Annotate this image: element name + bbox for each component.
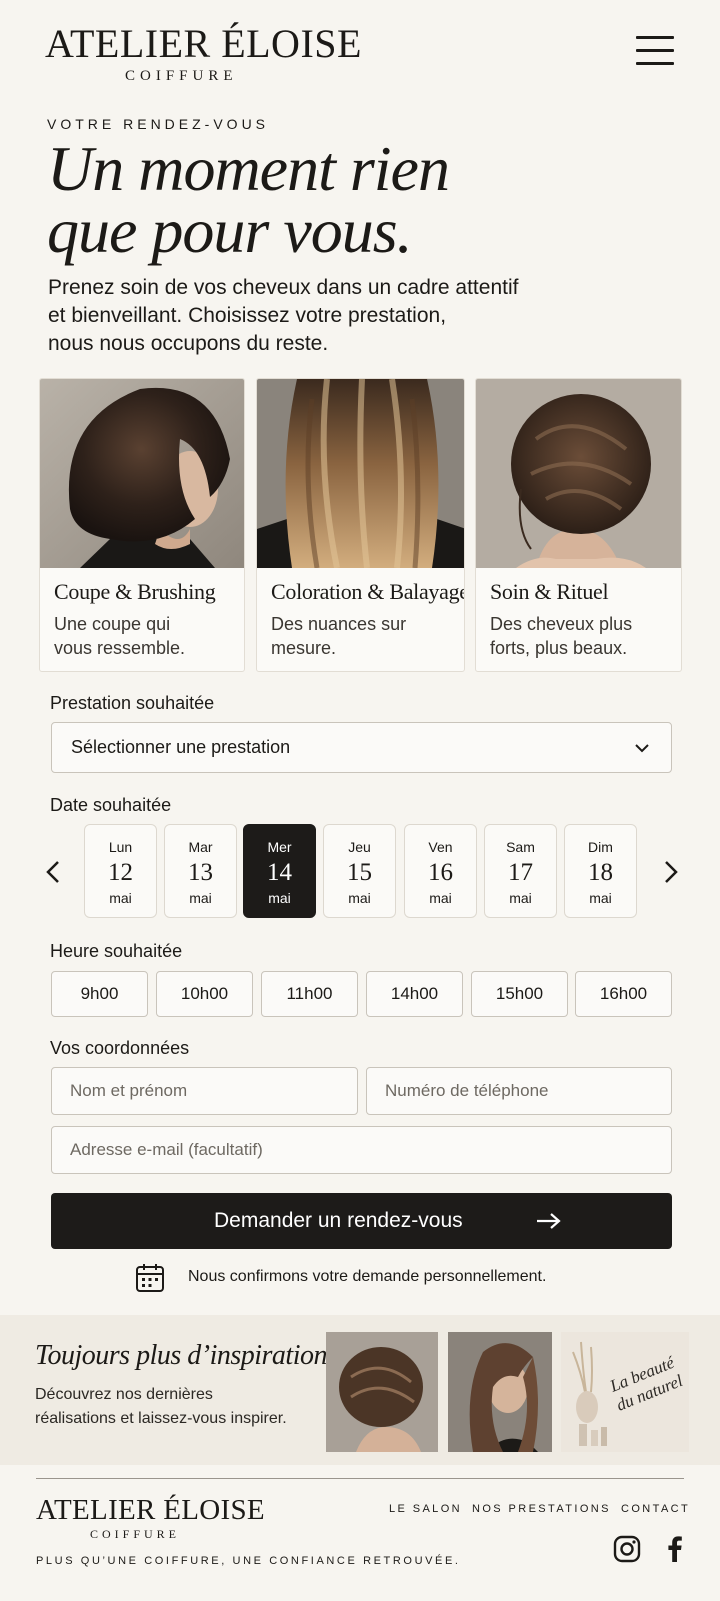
date-weekday: Ven: [428, 839, 453, 855]
date-weekday: Mar: [188, 839, 213, 855]
service-description: Une coupe qui vous ressemble.: [54, 612, 185, 660]
service-description-line: vous ressemble.: [54, 638, 186, 658]
time-option[interactable]: 14h00: [366, 971, 463, 1017]
date-day: 16: [428, 859, 453, 886]
date-option-selected[interactable]: Mer 14 mai: [243, 824, 316, 918]
service-card-coupe[interactable]: Coupe & Brushing Une coupe qui vous ress…: [39, 378, 245, 672]
chevron-right-icon[interactable]: [658, 856, 682, 888]
date-month: mai: [109, 890, 132, 906]
time-option[interactable]: 11h00: [261, 971, 358, 1017]
service-image-soin: [476, 379, 681, 568]
service-description-line: Une coupe qui: [54, 614, 171, 634]
date-option[interactable]: Sam 17 mai: [484, 824, 557, 918]
inspiration-title: Toujours plus d’inspirations: [35, 1340, 338, 1371]
instagram-icon[interactable]: [612, 1534, 642, 1564]
date-month: mai: [348, 890, 371, 906]
date-day: 18: [588, 859, 613, 886]
contact-field-label: Vos coordonnées: [50, 1038, 190, 1058]
inspiration-description: Découvrez nos dernières réalisations et …: [35, 1383, 287, 1431]
hero-description-line: et bienveillant. Choisissez votre presta…: [48, 304, 447, 327]
chevron-down-icon: [635, 744, 649, 753]
date-weekday: Mer: [267, 839, 292, 855]
time-option[interactable]: 10h00: [156, 971, 253, 1017]
site-header: ATELIER ÉLOISE COIFFURE: [0, 0, 720, 100]
hamburger-icon[interactable]: [636, 34, 676, 68]
inspiration-image-waves[interactable]: [448, 1332, 552, 1452]
brand-logo-subtitle: COIFFURE: [125, 68, 238, 84]
footer-logo-subtitle: COIFFURE: [90, 1527, 181, 1541]
date-field-label: Date souhaitée: [50, 795, 172, 815]
footer-link-prestations[interactable]: NOS PRESTATIONS: [472, 1503, 611, 1515]
submit-appointment-button[interactable]: Demander un rendez-vous: [51, 1193, 672, 1249]
footer-logo[interactable]: ATELIER ÉLOISE: [36, 1494, 265, 1527]
inspiration-description-line: réalisations et laissez-vous inspirer.: [35, 1410, 287, 1427]
page-title-line-2: que pour vous.: [47, 195, 413, 266]
service-card-coloration[interactable]: Coloration & Balayage Des nuances sur me…: [256, 378, 465, 672]
inspiration-image-updo[interactable]: [326, 1332, 438, 1452]
date-month: mai: [189, 890, 212, 906]
page-title-line-1: Un moment rien: [47, 133, 450, 204]
date-month: mai: [509, 890, 532, 906]
arrow-right-icon: [537, 1213, 561, 1229]
date-day: 13: [188, 859, 213, 886]
chevron-left-icon[interactable]: [42, 856, 66, 888]
date-option[interactable]: Lun 12 mai: [84, 824, 157, 918]
date-option[interactable]: Mar 13 mai: [164, 824, 237, 918]
date-option[interactable]: Dim 18 mai: [564, 824, 637, 918]
inspiration-description-line: Découvrez nos dernières: [35, 1386, 213, 1403]
submit-appointment-label: Demander un rendez-vous: [214, 1209, 463, 1232]
time-option[interactable]: 16h00: [575, 971, 672, 1017]
date-day: 12: [108, 859, 133, 886]
hero-eyebrow: VOTRE RENDEZ-VOUS: [47, 116, 270, 132]
time-option[interactable]: 15h00: [471, 971, 568, 1017]
footer-divider: [36, 1478, 684, 1479]
date-option[interactable]: Ven 16 mai: [404, 824, 477, 918]
time-option[interactable]: 9h00: [51, 971, 148, 1017]
service-image-coupe: [40, 379, 244, 568]
hero-description-line: Prenez soin de vos cheveux dans un cadre…: [48, 276, 519, 299]
service-description-line: Des cheveux plus: [490, 614, 633, 634]
date-weekday: Jeu: [348, 839, 371, 855]
footer-tagline: PLUS QU’UNE COIFFURE, UNE CONFIANCE RETR…: [36, 1555, 461, 1567]
facebook-icon[interactable]: [660, 1534, 690, 1564]
service-title: Soin & Rituel: [490, 579, 609, 604]
date-month: mai: [589, 890, 612, 906]
service-title: Coupe & Brushing: [54, 579, 216, 604]
phone-field[interactable]: Numéro de téléphone: [366, 1067, 672, 1115]
date-day: 15: [347, 859, 372, 886]
service-description-line: mesure.: [271, 638, 337, 658]
date-weekday: Lun: [108, 839, 133, 855]
inspiration-card-naturel[interactable]: La beauté du naturel: [561, 1332, 689, 1452]
service-description-line: Des nuances sur: [271, 614, 407, 634]
date-day: 14: [267, 859, 292, 886]
time-field-label: Heure souhaitée: [50, 941, 183, 961]
date-option[interactable]: Jeu 15 mai: [323, 824, 396, 918]
service-select-value: Sélectionner une prestation: [71, 737, 291, 757]
service-card-soin[interactable]: Soin & Rituel Des cheveux plus forts, pl…: [475, 378, 682, 672]
service-select[interactable]: Sélectionner une prestation: [51, 722, 672, 773]
date-weekday: Dim: [588, 839, 613, 855]
service-description-line: forts, plus beaux.: [490, 638, 628, 658]
confirmation-note: Nous confirmons votre demande personnell…: [188, 1268, 547, 1285]
service-title: Coloration & Balayage: [271, 579, 465, 604]
email-field[interactable]: Adresse e-mail (facultatif): [51, 1126, 672, 1174]
footer-link-salon[interactable]: LE SALON: [389, 1503, 462, 1515]
brand-logo[interactable]: ATELIER ÉLOISE: [45, 20, 362, 67]
calendar-icon: [136, 1264, 164, 1292]
footer-link-contact[interactable]: CONTACT: [621, 1503, 690, 1515]
date-day: 17: [508, 859, 533, 886]
hero-description-line: nous nous occupons du reste.: [48, 332, 329, 355]
page-title: Un moment rien que pour vous.: [47, 133, 450, 266]
date-month: mai: [268, 890, 291, 906]
service-description: Des nuances sur mesure.: [271, 612, 406, 660]
name-field[interactable]: Nom et prénom: [51, 1067, 358, 1115]
date-month: mai: [429, 890, 452, 906]
service-field-label: Prestation souhaitée: [50, 693, 215, 713]
hero-description: Prenez soin de vos cheveux dans un cadre…: [48, 274, 588, 358]
service-description: Des cheveux plus forts, plus beaux.: [490, 612, 632, 660]
date-weekday: Sam: [506, 839, 535, 855]
service-image-coloration: [257, 379, 464, 568]
